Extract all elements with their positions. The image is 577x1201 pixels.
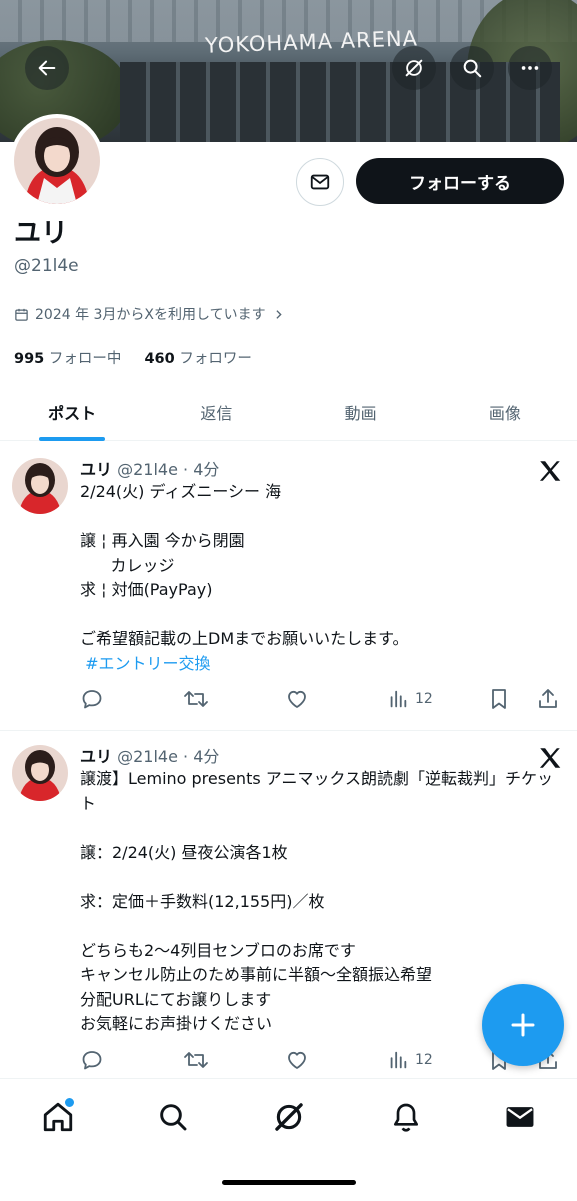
bookmark-icon xyxy=(492,689,506,709)
repost-button[interactable] xyxy=(183,1046,209,1074)
mail-icon xyxy=(310,174,330,190)
heart-icon xyxy=(288,1051,306,1069)
following-link[interactable]: 995 フォロー中 xyxy=(14,351,121,367)
tab-videos[interactable]: 動画 xyxy=(289,384,433,440)
tweet-header: ユリ @21l4e · 4分 xyxy=(80,743,219,767)
tweet-meta: @21l4e · 4分 xyxy=(117,460,220,479)
nav-messages[interactable] xyxy=(500,1097,540,1137)
plus-icon xyxy=(511,1013,535,1037)
views-button[interactable]: 12 xyxy=(387,1046,433,1074)
nav-grok[interactable] xyxy=(269,1097,309,1137)
notifications-icon xyxy=(394,1103,418,1132)
tab-images[interactable]: 画像 xyxy=(433,384,577,440)
reply-icon xyxy=(82,1051,102,1070)
tweet-text: 2/24(火) ディズニーシー 海 譲 ¦ 再入園 今から閉園 カレッジ 求 ¦… xyxy=(80,480,560,676)
bookmark-button[interactable] xyxy=(488,685,510,713)
search-icon xyxy=(160,1104,187,1131)
notification-dot xyxy=(63,1096,76,1109)
tab-replies[interactable]: 返信 xyxy=(144,384,288,440)
back-button[interactable] xyxy=(25,46,69,90)
profile-name: ユリ xyxy=(14,218,68,249)
tweet-actions: 12 xyxy=(80,685,565,713)
heart-icon xyxy=(288,690,306,708)
followers-label: フォロワー xyxy=(179,351,252,367)
joined-date[interactable]: 2024 年 3月からXを利用しています xyxy=(14,304,285,324)
follow-counts: 995 フォロー中 460 フォロワー xyxy=(14,347,252,368)
tweet-author-name[interactable]: ユリ xyxy=(80,460,112,479)
repost-icon xyxy=(184,1052,208,1068)
repost-button[interactable] xyxy=(183,685,209,713)
more-button[interactable] xyxy=(508,46,552,90)
tweet-header: ユリ @21l4e · 4分 xyxy=(80,456,219,480)
banner-facade xyxy=(120,62,560,142)
more-icon xyxy=(521,66,539,70)
nav-notifications[interactable] xyxy=(386,1097,426,1137)
share-icon xyxy=(539,689,557,708)
messages-icon xyxy=(506,1107,534,1127)
search-button[interactable] xyxy=(450,46,494,90)
grok-icon xyxy=(275,1103,303,1131)
reply-button[interactable] xyxy=(80,1046,104,1074)
hashtag-link[interactable]: #エントリー交換 xyxy=(80,654,210,673)
repost-icon xyxy=(184,691,208,707)
tweet-avatar[interactable] xyxy=(12,745,68,801)
back-arrow-icon xyxy=(38,60,56,76)
home-indicator xyxy=(222,1180,356,1185)
analytics-icon xyxy=(390,1051,407,1069)
nav-search[interactable] xyxy=(153,1097,193,1137)
views-count: 12 xyxy=(415,691,433,707)
grok-icon xyxy=(405,59,423,77)
profile-avatar[interactable] xyxy=(10,114,104,208)
tweet-text: 譲渡】Lemino presents アニマックス朗読劇「逆転裁判」チケット 譲… xyxy=(80,769,553,1033)
joined-text: 2024 年 3月からXを利用しています xyxy=(35,307,266,323)
reply-button[interactable] xyxy=(80,685,104,713)
like-button[interactable] xyxy=(285,1046,309,1074)
analytics-icon xyxy=(390,690,407,708)
like-button[interactable] xyxy=(285,685,309,713)
views-count: 12 xyxy=(415,1052,433,1068)
tweet-body: 2/24(火) ディズニーシー 海 譲 ¦ 再入園 今から閉園 カレッジ 求 ¦… xyxy=(80,482,409,648)
nav-home[interactable] xyxy=(38,1096,78,1137)
following-label: フォロー中 xyxy=(48,351,122,367)
tab-posts[interactable]: ポスト xyxy=(0,384,144,441)
profile-tabs: ポスト 返信 動画 画像 xyxy=(0,384,577,441)
tweet-meta: @21l4e · 4分 xyxy=(117,747,220,766)
reply-icon xyxy=(82,690,102,709)
grok-button[interactable] xyxy=(392,46,436,90)
calendar-icon xyxy=(15,308,28,321)
search-icon xyxy=(463,59,482,78)
follow-button[interactable]: フォローする xyxy=(356,158,564,204)
tweet-author-name[interactable]: ユリ xyxy=(80,747,112,766)
followers-count: 460 xyxy=(144,351,175,367)
chevron-right-icon xyxy=(276,309,282,319)
message-button[interactable] xyxy=(296,158,344,206)
views-button[interactable]: 12 xyxy=(387,685,433,713)
compose-button[interactable] xyxy=(482,984,564,1066)
profile-handle: @21l4e xyxy=(14,256,79,276)
tweet[interactable]: ユリ @21l4e · 4分 2/24(火) ディズニーシー 海 譲 ¦ 再入園… xyxy=(0,442,577,730)
tweet-avatar[interactable] xyxy=(12,458,68,514)
share-button[interactable] xyxy=(536,685,560,713)
followers-link[interactable]: 460 フォロワー xyxy=(144,351,251,367)
following-count: 995 xyxy=(14,351,45,367)
